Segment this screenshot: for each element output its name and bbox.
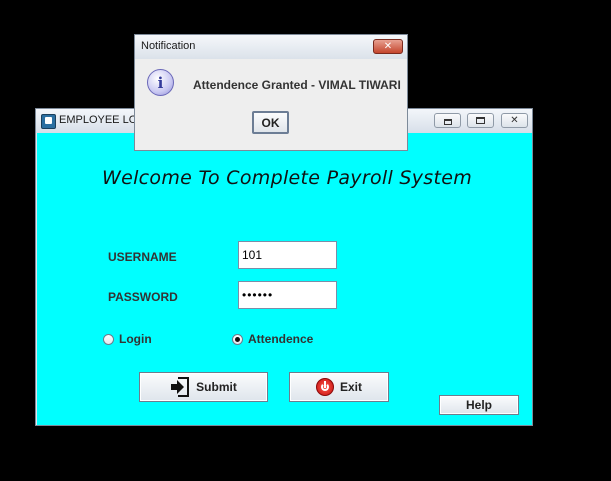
minimize-button[interactable] [434, 113, 461, 128]
login-panel: Welcome To Complete Payroll System USERN… [37, 133, 532, 425]
notification-dialog: Notification ✕ i Attendence Granted - VI… [134, 34, 408, 151]
login-radio[interactable]: Login [103, 332, 152, 346]
attendence-radio-label: Attendence [248, 332, 314, 346]
dialog-message: Attendence Granted - VIMAL TIWARI [193, 78, 401, 92]
dialog-close-button[interactable]: ✕ [373, 39, 403, 54]
minimize-icon [443, 119, 452, 125]
close-window-button[interactable]: ✕ [501, 113, 528, 128]
maximize-button[interactable] [467, 113, 494, 128]
password-label: PASSWORD [108, 290, 178, 304]
app-icon [41, 114, 56, 129]
window-title: EMPLOYEE LO [59, 114, 138, 126]
exit-button[interactable]: Exit [289, 372, 389, 402]
employee-login-window: EMPLOYEE LO ✕ Welcome To Complete Payrol… [35, 108, 533, 426]
info-icon: i [147, 69, 174, 96]
dialog-title: Notification [141, 40, 196, 52]
help-button[interactable]: Help [439, 395, 519, 415]
help-label: Help [465, 398, 492, 412]
maximize-icon [476, 117, 485, 124]
exit-label: Exit [339, 380, 362, 394]
login-radio-circle[interactable] [103, 333, 114, 345]
dialog-titlebar[interactable]: Notification ✕ [135, 35, 407, 59]
attendence-radio-circle[interactable] [232, 333, 243, 345]
power-icon [315, 378, 334, 396]
submit-button[interactable]: Submit [139, 372, 268, 402]
close-icon: ✕ [510, 115, 519, 126]
close-icon: ✕ [383, 41, 393, 52]
ok-button[interactable]: OK [252, 111, 289, 134]
password-input[interactable] [238, 281, 337, 309]
submit-label: Submit [196, 380, 237, 394]
ok-label: OK [261, 115, 280, 130]
login-arrow-icon [171, 377, 190, 397]
login-radio-label: Login [119, 332, 152, 346]
username-input[interactable] [238, 241, 337, 269]
attendence-radio[interactable]: Attendence [232, 332, 313, 346]
welcome-heading: Welcome To Complete Payroll System [102, 167, 473, 189]
username-label: USERNAME [108, 250, 177, 264]
